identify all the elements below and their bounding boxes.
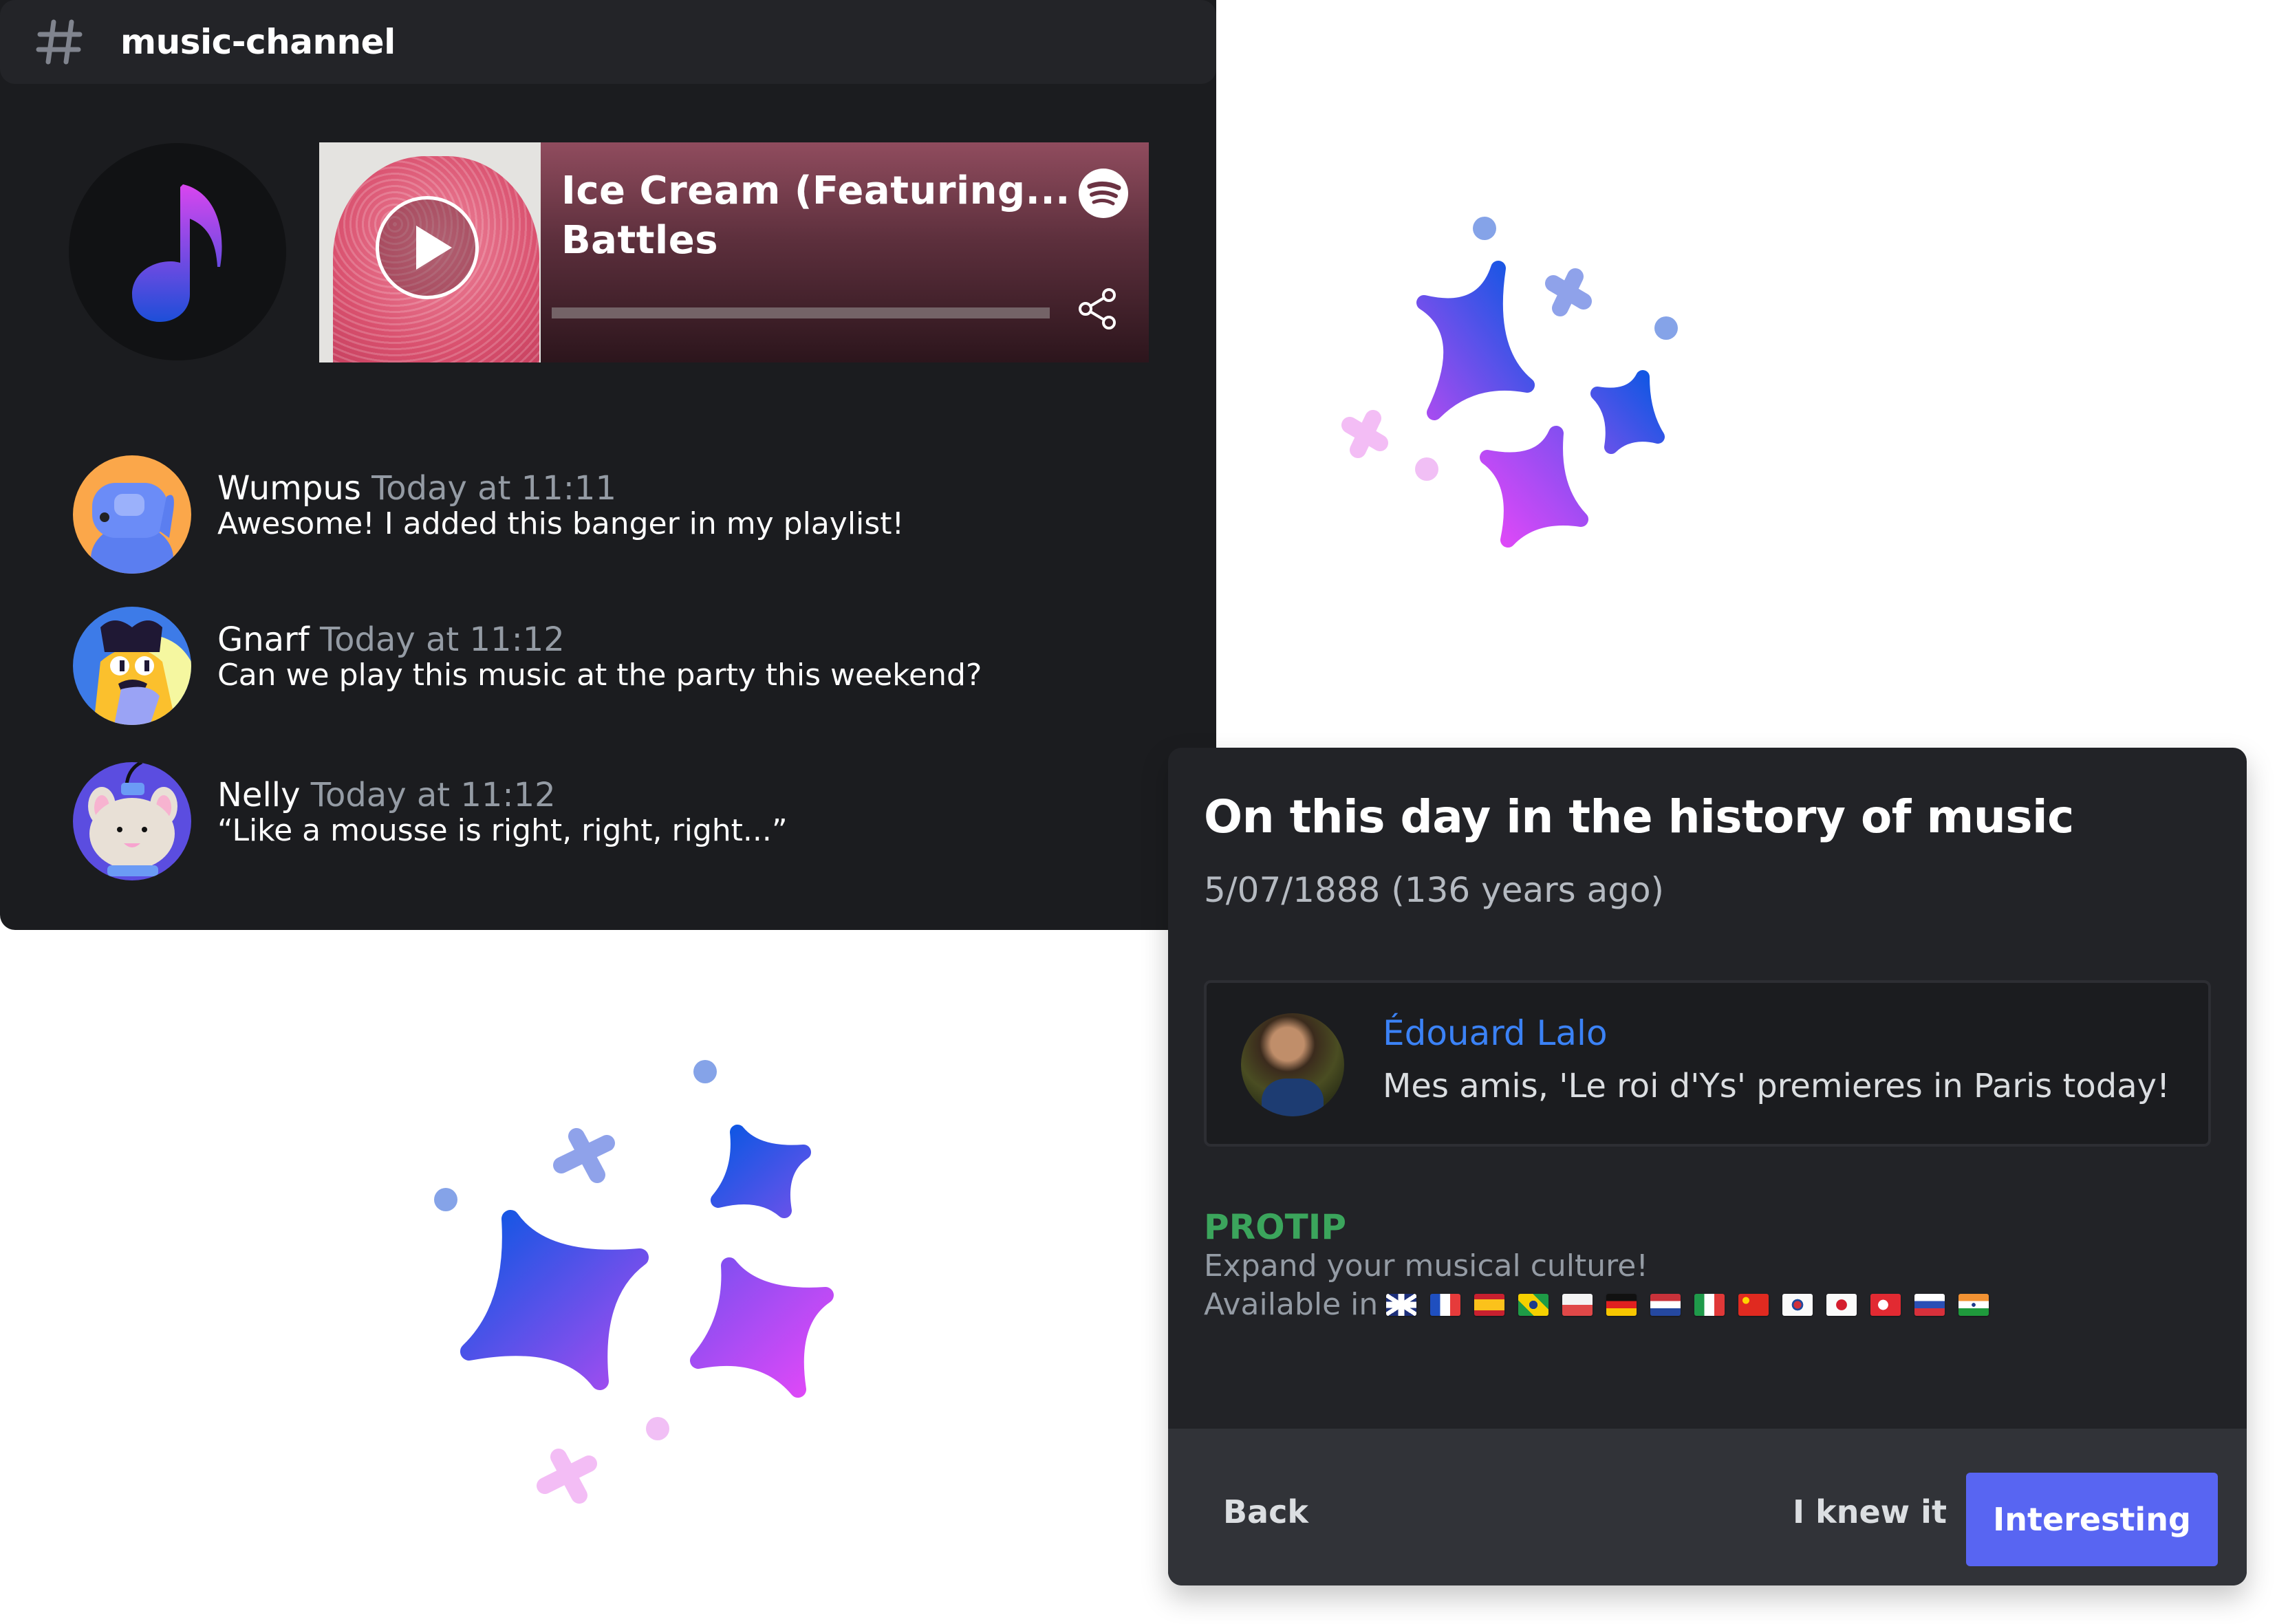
knew-it-button[interactable]: I knew it: [1793, 1493, 1947, 1530]
channel-name: music-channel: [120, 22, 396, 62]
card-date: 5/07/1888 (136 years ago): [1204, 870, 1665, 910]
track-title[interactable]: Ice Cream (Featuring...: [561, 169, 1070, 213]
sparkle-cross: [553, 1128, 615, 1183]
flag-it-icon: [1694, 1293, 1725, 1316]
sparkle-dot: [434, 1188, 457, 1211]
album-cover[interactable]: [319, 142, 541, 362]
progress-bar[interactable]: [552, 307, 1050, 318]
quote-text: Mes amis, 'Le roi d'Ys' premieres in Par…: [1383, 1067, 2170, 1105]
sparkle-cross: [537, 1449, 597, 1504]
sparkle-cross: [1341, 410, 1388, 458]
flag-cn-icon: [1738, 1293, 1769, 1316]
sparkle-dot: [1473, 217, 1496, 240]
back-button[interactable]: Back: [1223, 1493, 1308, 1530]
author-name[interactable]: Gnarf: [217, 620, 310, 659]
author-name[interactable]: Wumpus: [217, 469, 361, 508]
flag-nl-icon: [1650, 1293, 1681, 1316]
flag-tr-icon: [1870, 1293, 1901, 1316]
flag-in-icon: [1958, 1293, 1989, 1316]
chat-panel: music-channel Ice Cream (Featuring... Ba…: [0, 0, 1216, 930]
music-note-icon: [132, 184, 222, 322]
sparkle-star: [690, 1257, 834, 1398]
flag-uk-icon: [1386, 1293, 1417, 1316]
author-name[interactable]: Nelly: [217, 776, 301, 814]
sparkle-star: [1590, 370, 1665, 454]
author-portrait: [1241, 1013, 1344, 1116]
quote-author[interactable]: Édouard Lalo: [1383, 1013, 1608, 1053]
history-card: On this day in the history of music 5/07…: [1168, 748, 2247, 1585]
timestamp: Today at 11:12: [319, 620, 565, 659]
flag-de-icon: [1606, 1293, 1637, 1316]
message-text: Awesome! I added this banger in my playl…: [217, 506, 905, 541]
message-text: Can we play this music at the party this…: [217, 658, 982, 693]
flag-fr-icon: [1430, 1293, 1461, 1316]
flag-jp-icon: [1826, 1293, 1857, 1316]
flag-br-icon: [1518, 1293, 1549, 1316]
sparkle-dot: [646, 1417, 669, 1440]
sparkle-dot: [693, 1060, 717, 1083]
flag-pl-icon: [1562, 1293, 1593, 1316]
sparkle-dot: [1415, 457, 1438, 481]
sparkles-decoration-bottom: [434, 1060, 834, 1504]
avatar-nelly[interactable]: [73, 762, 191, 880]
track-info: Ice Cream (Featuring... Battles: [541, 142, 1149, 362]
available-languages: Available in: [1204, 1287, 1989, 1322]
interesting-button[interactable]: Interesting: [1966, 1473, 2218, 1566]
avatar-wumpus[interactable]: [73, 455, 191, 574]
protip-label: PROTIP: [1204, 1207, 1347, 1247]
quote-box: Édouard Lalo Mes amis, 'Le roi d'Ys' pre…: [1204, 980, 2211, 1147]
message-text: “Like a mousse is right, right, right...…: [217, 813, 788, 848]
sparkle-star: [1416, 261, 1535, 420]
card-footer: Back I knew it Interesting: [1168, 1429, 2247, 1585]
available-label: Available in: [1204, 1287, 1379, 1322]
music-bot-avatar: [69, 143, 286, 360]
sparkle-star: [460, 1210, 649, 1390]
play-icon[interactable]: [376, 196, 479, 299]
flag-es-icon: [1474, 1293, 1505, 1316]
sparkle-star: [1480, 426, 1588, 548]
spotify-embed: Ice Cream (Featuring... Battles: [319, 142, 1149, 362]
hash-icon: [36, 19, 83, 65]
flag-kr-icon: [1782, 1293, 1813, 1316]
channel-header: music-channel: [0, 0, 1216, 84]
card-title: On this day in the history of music: [1204, 790, 2074, 843]
sparkle-dot: [1654, 316, 1678, 340]
flag-list: [1386, 1293, 1989, 1316]
sparkle-star: [711, 1125, 811, 1218]
flag-ru-icon: [1914, 1293, 1945, 1316]
message-item: Wumpus Today at 11:11 Awesome! I added t…: [73, 455, 1105, 579]
timestamp: Today at 11:11: [371, 469, 616, 508]
spotify-icon[interactable]: [1079, 169, 1128, 218]
sparkle-cross: [1545, 268, 1592, 316]
share-icon[interactable]: [1076, 287, 1120, 331]
message-item: Nelly Today at 11:12 “Like a mousse is r…: [73, 762, 1105, 886]
track-artist[interactable]: Battles: [561, 218, 718, 263]
message-item: Gnarf Today at 11:12 Can we play this mu…: [73, 607, 1105, 730]
protip-text: Expand your musical culture!: [1204, 1248, 1648, 1284]
sparkles-decoration-top: [1341, 217, 1678, 548]
avatar-gnarf[interactable]: [73, 607, 191, 725]
timestamp: Today at 11:12: [310, 776, 556, 814]
